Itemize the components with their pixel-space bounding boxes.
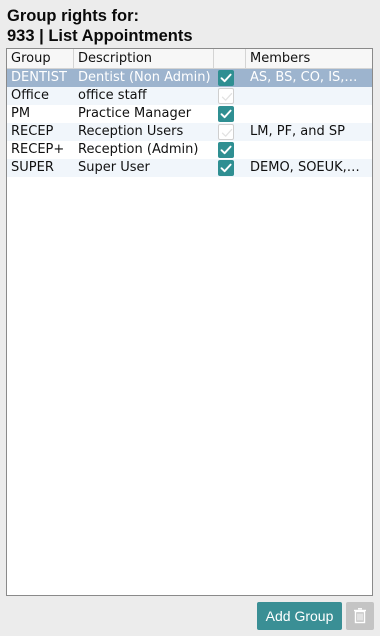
table-header: Group Description Members bbox=[7, 49, 372, 69]
members-cell bbox=[246, 141, 366, 159]
checkmark-icon bbox=[220, 73, 232, 83]
group-rights-table: Group Description Members DENTIST Dentist… bbox=[6, 48, 373, 596]
members-cell: DEMO, SOEUK,… bbox=[250, 160, 360, 175]
checkmark-icon bbox=[221, 92, 233, 101]
description-cell: Dentist (Non Admin) bbox=[78, 70, 211, 85]
column-header-group[interactable]: Group bbox=[7, 49, 74, 68]
group-cell: RECEP bbox=[11, 124, 54, 139]
description-cell: office staff bbox=[78, 88, 147, 103]
members-cell: AS, BS, CO, IS,… bbox=[250, 70, 358, 85]
add-group-button[interactable]: Add Group bbox=[257, 602, 342, 630]
table-row[interactable]: PM Practice Manager bbox=[7, 105, 372, 123]
page-title: Group rights for: 933 | List Appointment… bbox=[7, 6, 193, 46]
rights-checkbox[interactable] bbox=[218, 124, 234, 140]
table-row[interactable]: RECEP+ Reception (Admin) bbox=[7, 141, 372, 159]
group-cell: SUPER bbox=[11, 160, 54, 175]
column-header-members[interactable]: Members bbox=[246, 49, 372, 68]
rights-checkbox[interactable] bbox=[218, 142, 234, 158]
members-cell bbox=[246, 87, 366, 105]
group-cell: PM bbox=[11, 106, 31, 121]
rights-checkbox[interactable] bbox=[218, 160, 234, 176]
checkmark-icon bbox=[220, 109, 232, 119]
rights-checkbox[interactable] bbox=[218, 70, 234, 86]
members-cell bbox=[246, 105, 366, 123]
description-cell: Super User bbox=[78, 160, 150, 175]
table-row[interactable]: Office office staff bbox=[7, 87, 372, 105]
title-line-1: Group rights for: bbox=[7, 7, 139, 25]
description-cell: Reception Users bbox=[78, 124, 184, 139]
trash-icon bbox=[354, 608, 366, 624]
group-cell: RECEP+ bbox=[11, 142, 65, 157]
group-cell: Office bbox=[11, 88, 49, 103]
description-cell: Reception (Admin) bbox=[78, 142, 199, 157]
table-row[interactable]: SUPER Super User DEMO, SOEUK,… bbox=[7, 159, 372, 177]
rights-checkbox[interactable] bbox=[218, 88, 234, 104]
checkmark-icon bbox=[220, 163, 232, 173]
delete-button[interactable] bbox=[346, 602, 374, 630]
rights-checkbox[interactable] bbox=[218, 106, 234, 122]
title-line-2: 933 | List Appointments bbox=[7, 27, 193, 45]
column-header-checkbox[interactable] bbox=[214, 49, 246, 68]
group-cell: DENTIST bbox=[11, 70, 67, 85]
table-row[interactable]: RECEP Reception Users LM, PF, and SP bbox=[7, 123, 372, 141]
table-row[interactable]: DENTIST Dentist (Non Admin) AS, BS, CO, IS… bbox=[7, 69, 372, 87]
description-cell: Practice Manager bbox=[78, 106, 192, 121]
checkmark-icon bbox=[221, 128, 233, 137]
checkmark-icon bbox=[220, 145, 232, 155]
column-header-description[interactable]: Description bbox=[74, 49, 214, 68]
members-cell: LM, PF, and SP bbox=[250, 124, 345, 139]
